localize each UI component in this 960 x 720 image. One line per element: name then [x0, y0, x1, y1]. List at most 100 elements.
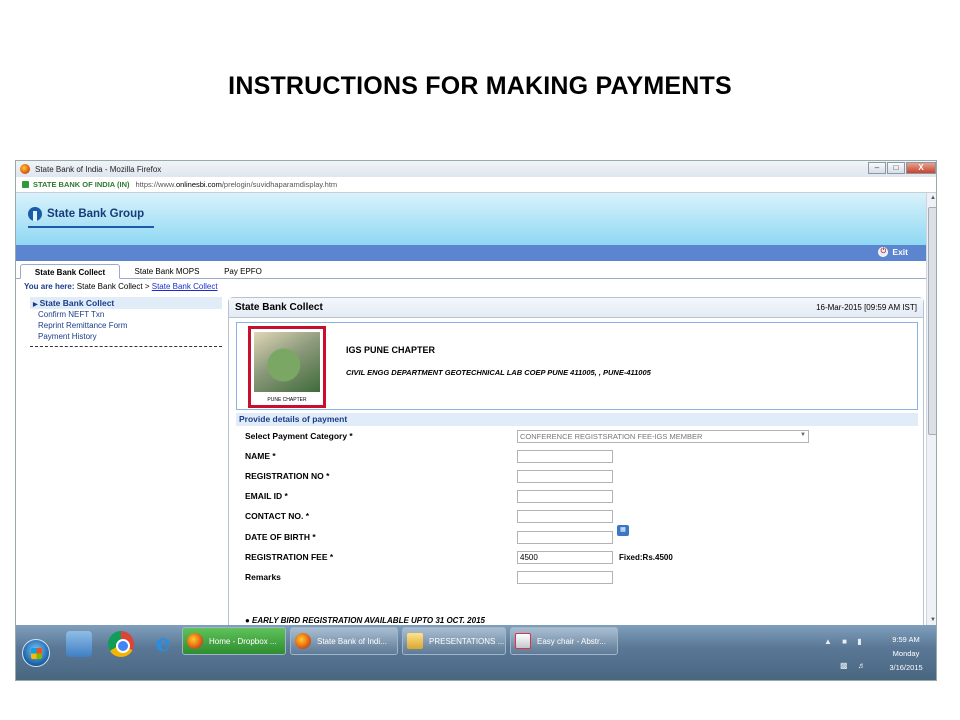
payment-category-select[interactable]: CONFERENCE REGISTSRATION FEE-IGS MEMBER ▼: [517, 430, 809, 443]
taskbar-item-easychair[interactable]: Easy chair - Abstr...: [510, 627, 618, 655]
panel-title: State Bank Collect: [235, 302, 323, 313]
fee-label: REGISTRATION FEE *: [245, 552, 334, 562]
taskbar-item-label: Home - Dropbox ...: [209, 636, 277, 646]
name-input[interactable]: [517, 450, 613, 463]
nav-item-payment-history[interactable]: Payment History: [30, 331, 222, 342]
chevron-down-icon: ▼: [800, 432, 806, 438]
panel-date: 16-Mar-2015 [09:59 AM IST]: [816, 303, 917, 312]
organization-address: CIVIL ENGG DEPARTMENT GEOTECHNICAL LAB C…: [346, 368, 651, 377]
header-banner: State Bank Group: [16, 193, 926, 245]
clock-time: 9:59 AM: [892, 635, 920, 644]
minimize-button[interactable]: –: [868, 162, 886, 174]
lock-icon: [22, 181, 29, 188]
taskbar-item-dropbox[interactable]: Home - Dropbox ...: [182, 627, 286, 655]
start-button[interactable]: [22, 639, 50, 667]
payment-panel: State Bank Collect 16-Mar-2015 [09:59 AM…: [228, 297, 924, 625]
brand-name: State Bank Group: [47, 208, 145, 220]
left-nav-heading-label: State Bank Collect: [39, 298, 115, 308]
nav-item-confirm-neft[interactable]: Confirm NEFT Txn: [30, 309, 222, 320]
address-bar[interactable]: STATE BANK OF INDIA (IN) https://www.onl…: [16, 177, 936, 193]
taskbar-clock[interactable]: 9:59 AM Monday 3/16/2015: [882, 633, 930, 675]
tray-icons-bottom[interactable]: ▩ ♬: [840, 661, 870, 670]
igs-logo-caption: PUNE CHAPTER: [267, 397, 307, 403]
browser-screenshot: State Bank of India - Mozilla Firefox – …: [15, 160, 937, 681]
close-button[interactable]: X: [906, 162, 936, 174]
exit-button[interactable]: ⏻ Exit: [878, 247, 908, 257]
clock-date: 3/16/2015: [889, 663, 923, 672]
dob-label: DATE OF BIRTH *: [245, 532, 316, 542]
taskbar-item-label: Easy chair - Abstr...: [537, 636, 606, 646]
igs-logo-emblem: [254, 332, 320, 392]
fee-input[interactable]: 4500: [517, 551, 613, 564]
nav-item-reprint-form[interactable]: Reprint Remittance Form: [30, 320, 222, 331]
site-identity[interactable]: STATE BANK OF INDIA (IN): [33, 180, 130, 189]
email-row: EMAIL ID *: [245, 490, 915, 504]
organization-name: IGS PUNE CHAPTER: [346, 345, 436, 355]
firefox-icon: [187, 633, 203, 649]
email-label: EMAIL ID *: [245, 491, 288, 501]
tab-state-bank-collect[interactable]: State Bank Collect: [20, 264, 120, 279]
left-nav-heading[interactable]: ▶ State Bank Collect: [30, 297, 222, 309]
url-prefix: https://www.: [135, 180, 176, 189]
tray-icons-top[interactable]: ▲ ■ ▮: [824, 637, 866, 646]
window-title: State Bank of India - Mozilla Firefox: [35, 164, 162, 174]
remarks-input[interactable]: [517, 571, 613, 584]
contact-row: CONTACT NO. *: [245, 510, 915, 524]
url-text[interactable]: https://www.onlinesbi.com/prelogin/suvid…: [136, 180, 338, 189]
tab-pay-epfo[interactable]: Pay EPFO: [214, 264, 272, 279]
taskbar-item-presentations[interactable]: PRESENTATIONS ...: [402, 627, 506, 655]
igs-logo: PUNE CHAPTER: [248, 326, 326, 408]
breadcrumb-parent: State Bank Collect >: [76, 282, 150, 291]
category-row: Select Payment Category * CONFERENCE REG…: [245, 430, 915, 444]
scroll-thumb[interactable]: [928, 207, 936, 435]
category-selected: CONFERENCE REGISTSRATION FEE-IGS MEMBER: [520, 432, 703, 441]
early-bird-note: ● EARLY BIRD REGISTRATION AVAILABLE UPTO…: [245, 616, 485, 625]
logo-underline: [28, 226, 154, 228]
media-player-icon[interactable]: [66, 631, 92, 657]
brand-logo[interactable]: State Bank Group: [28, 207, 144, 221]
web-page: State Bank Group ⏻ Exit State Bank Colle…: [16, 193, 926, 625]
tab-bar: State Bank Collect State Bank MOPS Pay E…: [16, 261, 926, 279]
taskbar-item-label: PRESENTATIONS ...: [429, 636, 505, 646]
caret-right-icon: ▶: [33, 302, 38, 308]
email-input[interactable]: [517, 490, 613, 503]
registration-no-input[interactable]: [517, 470, 613, 483]
exit-icon: ⏻: [878, 247, 889, 257]
scroll-up-icon[interactable]: ▲: [928, 193, 936, 203]
windows-logo-icon: [31, 648, 42, 659]
scroll-down-icon[interactable]: ▼: [928, 615, 936, 625]
contact-input[interactable]: [517, 510, 613, 523]
firefox-icon: [295, 633, 311, 649]
category-label: Select Payment Category *: [245, 431, 353, 441]
details-heading: Provide details of payment: [236, 413, 918, 426]
fee-fixed-note: Fixed:Rs.4500: [619, 553, 673, 562]
regno-row: REGISTRATION NO *: [245, 470, 915, 484]
name-label: NAME *: [245, 451, 276, 461]
fee-row: REGISTRATION FEE * 4500 Fixed:Rs.4500: [245, 551, 915, 565]
internet-explorer-icon[interactable]: e: [150, 631, 176, 657]
window-controls: – □ X: [868, 162, 936, 174]
url-domain: onlinesbi.com: [175, 180, 222, 189]
calendar-icon[interactable]: ▦: [617, 525, 629, 536]
firefox-icon: [20, 164, 30, 174]
window-titlebar: State Bank of India - Mozilla Firefox – …: [16, 161, 936, 177]
left-nav: ▶ State Bank Collect Confirm NEFT Txn Rep…: [30, 297, 222, 347]
contact-label: CONTACT NO. *: [245, 511, 310, 521]
slide-title: INSTRUCTIONS FOR MAKING PAYMENTS: [228, 72, 732, 100]
tab-state-bank-mops[interactable]: State Bank MOPS: [124, 264, 210, 279]
remarks-label: Remarks: [245, 572, 281, 582]
chrome-icon[interactable]: [108, 631, 134, 657]
organization-box: PUNE CHAPTER IGS PUNE CHAPTER CIVIL ENGG…: [236, 322, 918, 410]
top-nav-bar: ⏻ Exit: [16, 245, 926, 261]
system-tray: ▲ ■ ▮ ▩ ♬ 9:59 AM Monday 3/16/2015: [824, 633, 934, 677]
panel-header: State Bank Collect 16-Mar-2015 [09:59 AM…: [229, 298, 923, 318]
taskbar-item-label: State Bank of Indi...: [317, 636, 387, 646]
dob-input[interactable]: [517, 531, 613, 544]
page-scrollbar[interactable]: ▲ ▼: [926, 193, 936, 625]
sbi-logo-icon: [28, 207, 42, 221]
taskbar-item-sbi[interactable]: State Bank of Indi...: [290, 627, 398, 655]
breadcrumb-current-link[interactable]: State Bank Collect: [152, 282, 218, 291]
name-row: NAME *: [245, 450, 915, 464]
maximize-button[interactable]: □: [887, 162, 905, 174]
nav-divider: [30, 346, 222, 347]
